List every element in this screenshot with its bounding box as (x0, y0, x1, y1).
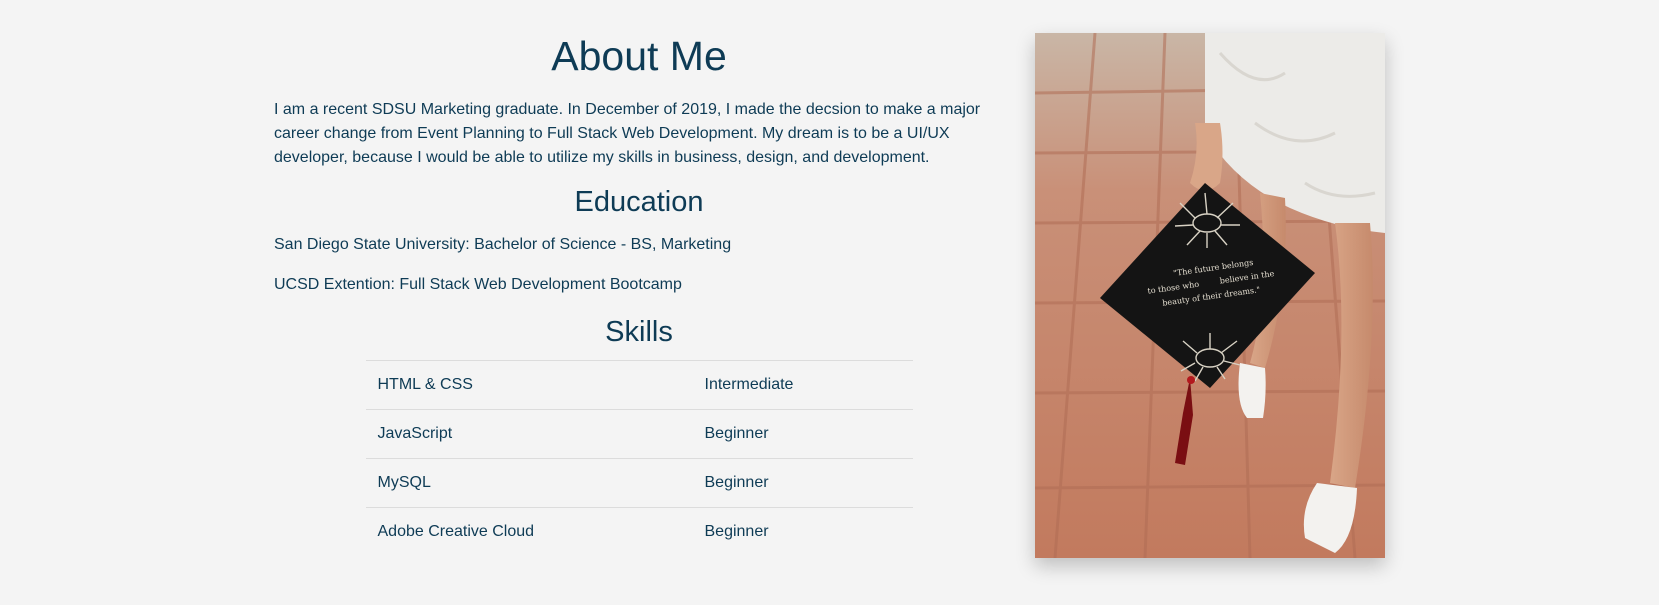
education-list: San Diego State University: Bachelor of … (274, 234, 1004, 296)
photo-illustration: "The future belongs to those who believe… (1035, 33, 1385, 558)
shoe-left (1238, 363, 1266, 418)
skill-level: Beginner (692, 409, 913, 459)
skill-name: JavaScript (365, 409, 693, 459)
education-heading: Education (574, 186, 704, 218)
skill-level: Beginner (692, 458, 913, 508)
graduation-photo: "The future belongs to those who believe… (1035, 33, 1385, 558)
table-row: JavaScript Beginner (365, 409, 913, 459)
skill-level: Beginner (692, 507, 913, 556)
skills-table: HTML & CSS Intermediate JavaScript Begin… (365, 360, 913, 556)
education-item: UCSD Extention: Full Stack Web Developme… (274, 276, 682, 293)
skill-name: Adobe Creative Cloud (365, 507, 693, 556)
skill-name: MySQL (365, 458, 693, 508)
skills-heading: Skills (605, 316, 673, 348)
table-row: Adobe Creative Cloud Beginner (365, 507, 913, 556)
about-section: About Me I am a recent SDSU Marketing gr… (274, 28, 1004, 556)
skill-name: HTML & CSS (365, 360, 693, 410)
bio-paragraph: I am a recent SDSU Marketing graduate. I… (274, 101, 981, 166)
table-row: MySQL Beginner (365, 458, 913, 508)
page-title: About Me (551, 33, 727, 79)
education-item: San Diego State University: Bachelor of … (274, 236, 732, 253)
table-row: HTML & CSS Intermediate (365, 360, 913, 410)
skill-level: Intermediate (692, 360, 913, 410)
